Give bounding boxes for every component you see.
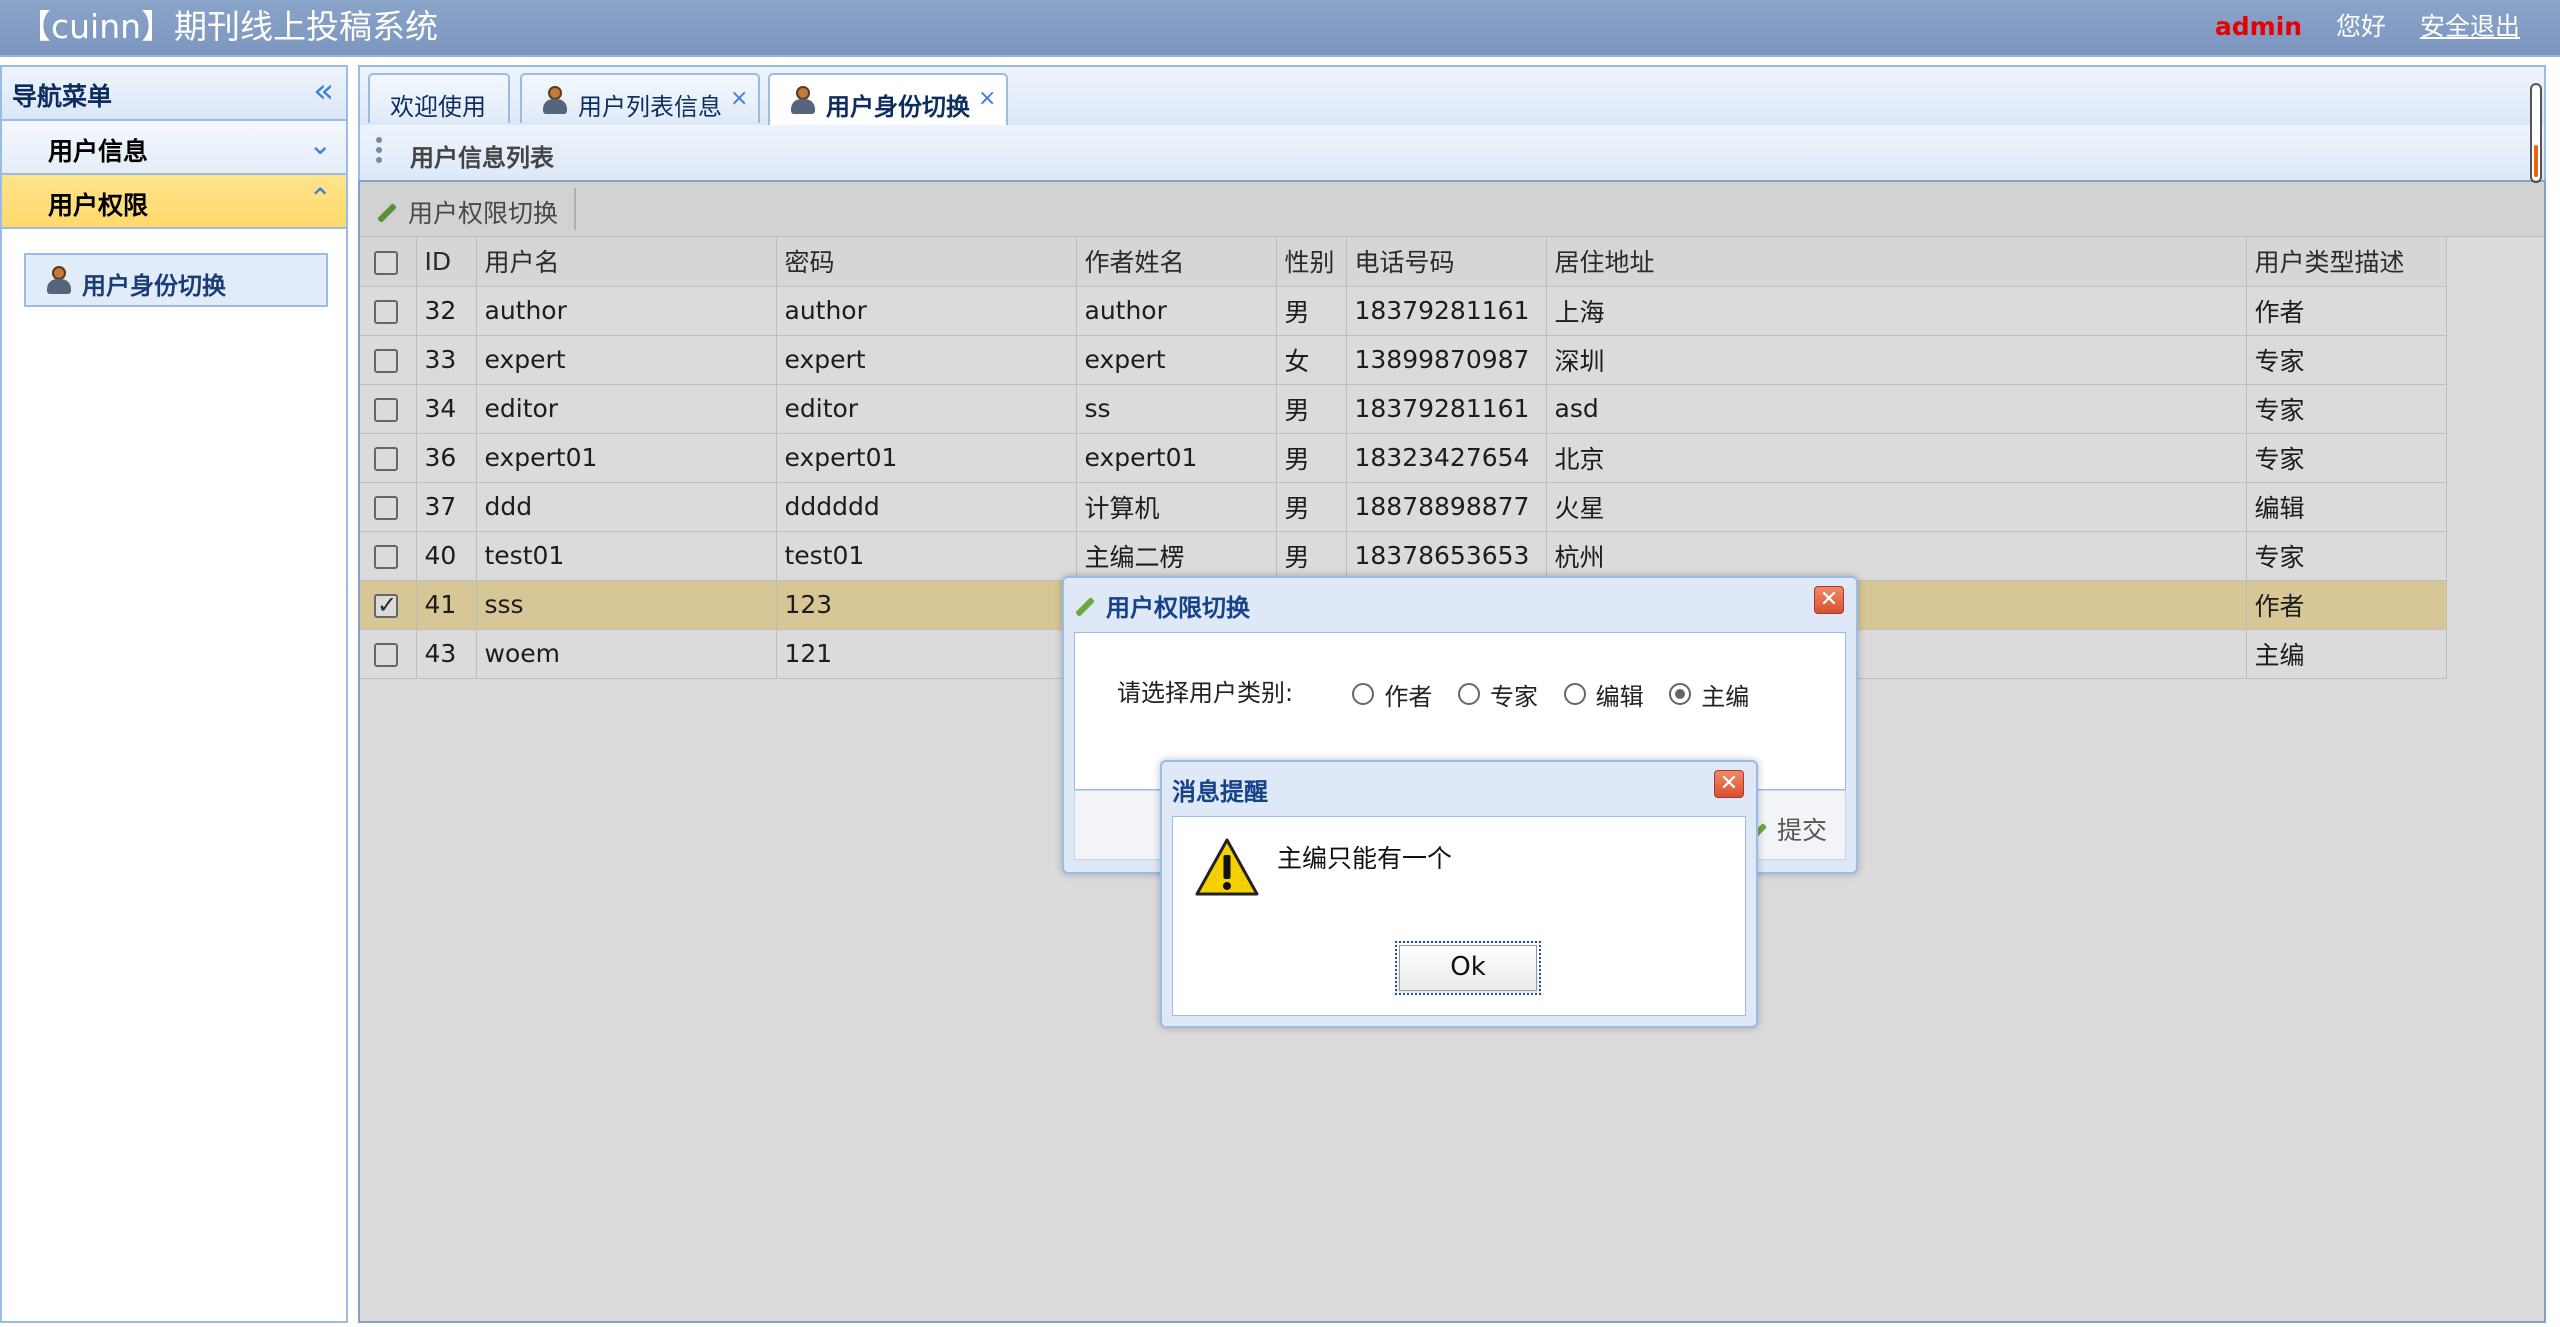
close-icon[interactable]: × (730, 86, 748, 111)
greeting-text: 您好 (2336, 12, 2387, 41)
warning-icon (1195, 838, 1259, 896)
sidebar-group-user-permission[interactable]: 用户权限 ⌃ (2, 175, 346, 229)
collapse-left-icon[interactable]: « (313, 73, 334, 109)
role-options: 请选择用户类别: 作者 专家 编辑 主编 (1117, 673, 1767, 712)
sidebar-item-label: 用户身份切换 (82, 272, 226, 300)
role-radio-chief-editor[interactable] (1669, 683, 1692, 705)
header-user-area: admin 您好 安全退出 (2189, 10, 2520, 44)
current-user-name: admin (2214, 12, 2303, 41)
message-dialog-body: 主编只能有一个 Ok (1172, 816, 1746, 1016)
message-dialog: 消息提醒 ✕ 主编只能有一个 Ok (1160, 760, 1758, 1028)
role-prompt: 请选择用户类别: (1117, 679, 1294, 707)
role-radio-label: 专家 (1490, 682, 1539, 711)
panel-header: 用户信息列表 (360, 125, 2544, 182)
sidebar-item-user-role-switch[interactable]: 用户身份切换 (24, 253, 328, 307)
role-radio-label: 编辑 (1595, 682, 1644, 711)
role-radio-author[interactable] (1352, 683, 1375, 705)
role-radio-editor[interactable] (1563, 683, 1586, 705)
submit-label: 提交 (1776, 816, 1827, 845)
tab-user-role-switch[interactable]: 用户身份切换 × (768, 73, 1008, 127)
dialog-title: 用户权限切换 (1074, 588, 1250, 623)
submit-button[interactable]: 提交 (1752, 811, 1827, 847)
vertical-scrollbar[interactable] (2530, 83, 2542, 183)
role-radio-expert[interactable] (1458, 683, 1481, 705)
tab-welcome[interactable]: 欢迎使用 (368, 73, 510, 123)
tab-label: 欢迎使用 (390, 93, 486, 121)
top-header: 【cuinn】期刊线上投稿系统 admin 您好 安全退出 (0, 0, 2560, 57)
panel-title: 用户信息列表 (410, 144, 554, 172)
sidebar-group-label: 用户信息 (48, 137, 149, 166)
role-radio-label: 作者 (1384, 682, 1433, 711)
user-icon (790, 86, 816, 114)
close-icon[interactable]: ✕ (1814, 586, 1844, 614)
app-title: 【cuinn】期刊线上投稿系统 (18, 7, 439, 46)
close-icon[interactable]: ✕ (1714, 770, 1744, 798)
logout-link[interactable]: 安全退出 (2420, 12, 2520, 41)
role-radio-label: 主编 (1701, 682, 1750, 711)
tab-user-list[interactable]: 用户列表信息 × (520, 73, 760, 123)
chevron-up-double-icon[interactable]: ⌃ (309, 183, 332, 215)
dialog-title: 消息提醒 (1172, 778, 1268, 806)
ok-button[interactable]: Ok (1395, 941, 1541, 995)
grip-icon (376, 137, 382, 167)
pencil-icon (1075, 597, 1095, 617)
user-icon (542, 86, 568, 114)
tab-label: 用户身份切换 (826, 93, 970, 121)
tab-label: 用户列表信息 (578, 93, 722, 121)
chevron-down-double-icon[interactable]: ⌄ (309, 129, 332, 161)
sidebar-group-user-info[interactable]: 用户信息 ⌄ (2, 121, 346, 175)
tab-bar: 欢迎使用 用户列表信息 × 用户身份切换 × (360, 67, 2544, 127)
sidebar-header: 导航菜单 « (2, 67, 346, 121)
user-icon (46, 266, 72, 294)
message-text: 主编只能有一个 (1277, 844, 1453, 873)
sidebar-group-label: 用户权限 (48, 191, 149, 220)
sidebar-title: 导航菜单 (12, 82, 113, 111)
dialog-title-text: 用户权限切换 (1106, 594, 1250, 622)
navigation-sidebar: 导航菜单 « 用户信息 ⌄ 用户权限 ⌃ 用户身份切换 (0, 65, 348, 1323)
close-icon[interactable]: × (978, 86, 996, 111)
